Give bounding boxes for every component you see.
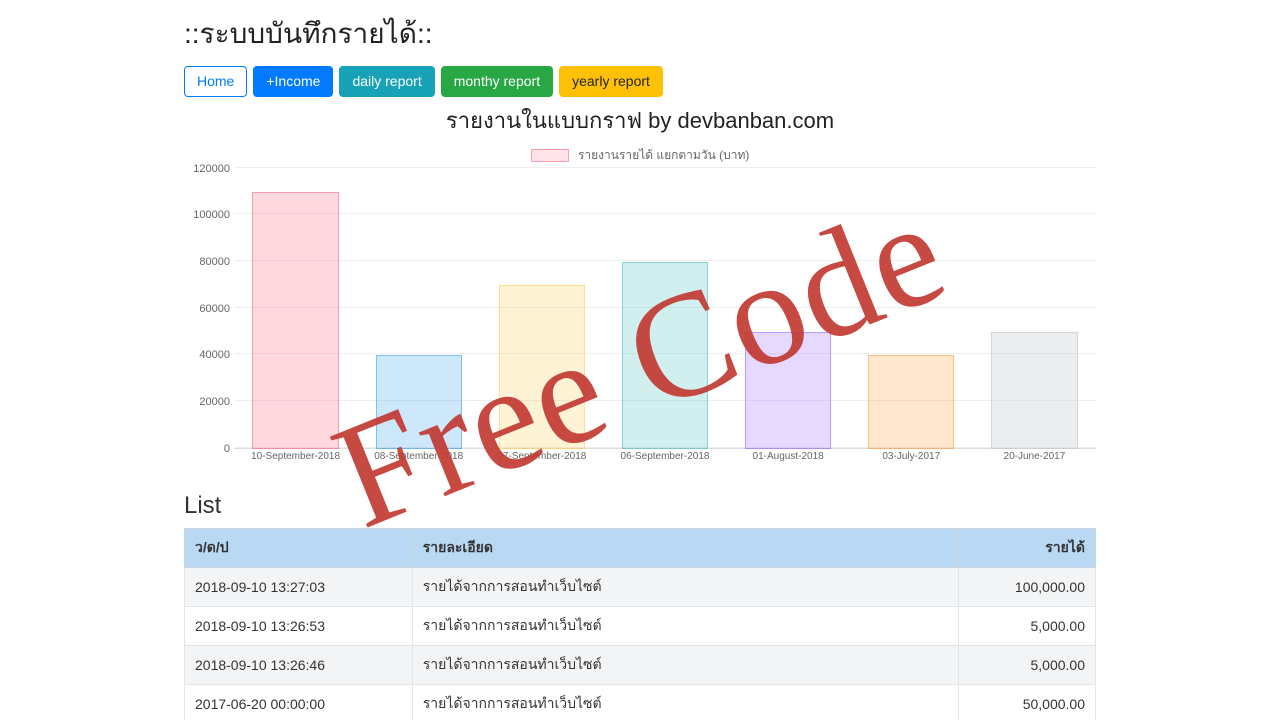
x-tick-label: 08-September-2018 xyxy=(357,451,480,462)
add-income-button[interactable]: +Income xyxy=(253,66,333,97)
x-tick-label: 03-July-2017 xyxy=(850,451,973,462)
x-tick-label: 20-June-2017 xyxy=(973,451,1096,462)
chart-legend: รายงานรายได้ แยกตามวัน (บาท) xyxy=(184,146,1096,165)
table-header-row: ว/ด/ป รายละเอียด รายได้ xyxy=(185,528,1096,567)
yearly-report-button[interactable]: yearly report xyxy=(559,66,663,97)
y-tick-label: 80000 xyxy=(184,256,230,268)
cell-date: 2018-09-10 13:26:46 xyxy=(185,645,413,684)
chart-bar xyxy=(622,262,708,449)
cell-detail: รายได้จากการสอนทำเว็บไซต์ xyxy=(412,567,959,606)
x-tick-label: 10-September-2018 xyxy=(234,451,357,462)
col-date: ว/ด/ป xyxy=(185,528,413,567)
x-tick-label: 06-September-2018 xyxy=(603,451,726,462)
chart-bar xyxy=(252,192,338,449)
cell-detail: รายได้จากการสอนทำเว็บไซต์ xyxy=(412,684,959,720)
y-tick-label: 60000 xyxy=(184,303,230,315)
legend-label: รายงานรายได้ แยกตามวัน (บาท) xyxy=(578,148,749,162)
monthly-report-button[interactable]: monthy report xyxy=(441,66,553,97)
y-tick-label: 100000 xyxy=(184,209,230,221)
cell-income: 100,000.00 xyxy=(959,567,1096,606)
y-tick-label: 120000 xyxy=(184,163,230,175)
y-tick-label: 40000 xyxy=(184,349,230,361)
cell-detail: รายได้จากการสอนทำเว็บไซต์ xyxy=(412,645,959,684)
legend-swatch-icon xyxy=(531,149,569,162)
chart-bar xyxy=(868,355,954,448)
list-heading: List xyxy=(184,492,1096,520)
report-subtitle: รายงานในแบบกราฟ by devbanban.com xyxy=(184,103,1096,138)
chart-bar xyxy=(745,332,831,449)
bar-chart: รายงานรายได้ แยกตามวัน (บาท) 0 20000 40000… xyxy=(184,146,1096,486)
chart-bar xyxy=(376,355,462,448)
y-tick-label: 20000 xyxy=(184,396,230,408)
cell-income: 5,000.00 xyxy=(959,606,1096,645)
page-title: ::ระบบบันทึกรายได้:: xyxy=(184,12,1096,56)
x-tick-label: 07-September-2018 xyxy=(480,451,603,462)
chart-x-axis: 10-September-201808-September-201807-Sep… xyxy=(234,451,1096,462)
nav-bar: Home +Income daily report monthy report … xyxy=(184,66,1096,97)
cell-date: 2018-09-10 13:27:03 xyxy=(185,567,413,606)
chart-bar xyxy=(991,332,1077,449)
daily-report-button[interactable]: daily report xyxy=(339,66,434,97)
income-table: ว/ด/ป รายละเอียด รายได้ 2018-09-10 13:27… xyxy=(184,528,1096,720)
col-detail: รายละเอียด xyxy=(412,528,959,567)
cell-date: 2017-06-20 00:00:00 xyxy=(185,684,413,720)
table-row: 2018-09-10 13:26:53รายได้จากการสอนทำเว็บ… xyxy=(185,606,1096,645)
chart-y-axis: 020000400006000080000100000120000 xyxy=(184,169,234,449)
y-tick-label: 0 xyxy=(184,443,230,455)
home-button[interactable]: Home xyxy=(184,66,247,97)
cell-date: 2018-09-10 13:26:53 xyxy=(185,606,413,645)
x-tick-label: 01-August-2018 xyxy=(727,451,850,462)
cell-income: 50,000.00 xyxy=(959,684,1096,720)
chart-bars xyxy=(234,169,1096,449)
chart-bar xyxy=(499,285,585,448)
cell-detail: รายได้จากการสอนทำเว็บไซต์ xyxy=(412,606,959,645)
col-income: รายได้ xyxy=(959,528,1096,567)
cell-income: 5,000.00 xyxy=(959,645,1096,684)
table-row: 2017-06-20 00:00:00รายได้จากการสอนทำเว็บ… xyxy=(185,684,1096,720)
table-row: 2018-09-10 13:27:03รายได้จากการสอนทำเว็บ… xyxy=(185,567,1096,606)
table-row: 2018-09-10 13:26:46รายได้จากการสอนทำเว็บ… xyxy=(185,645,1096,684)
